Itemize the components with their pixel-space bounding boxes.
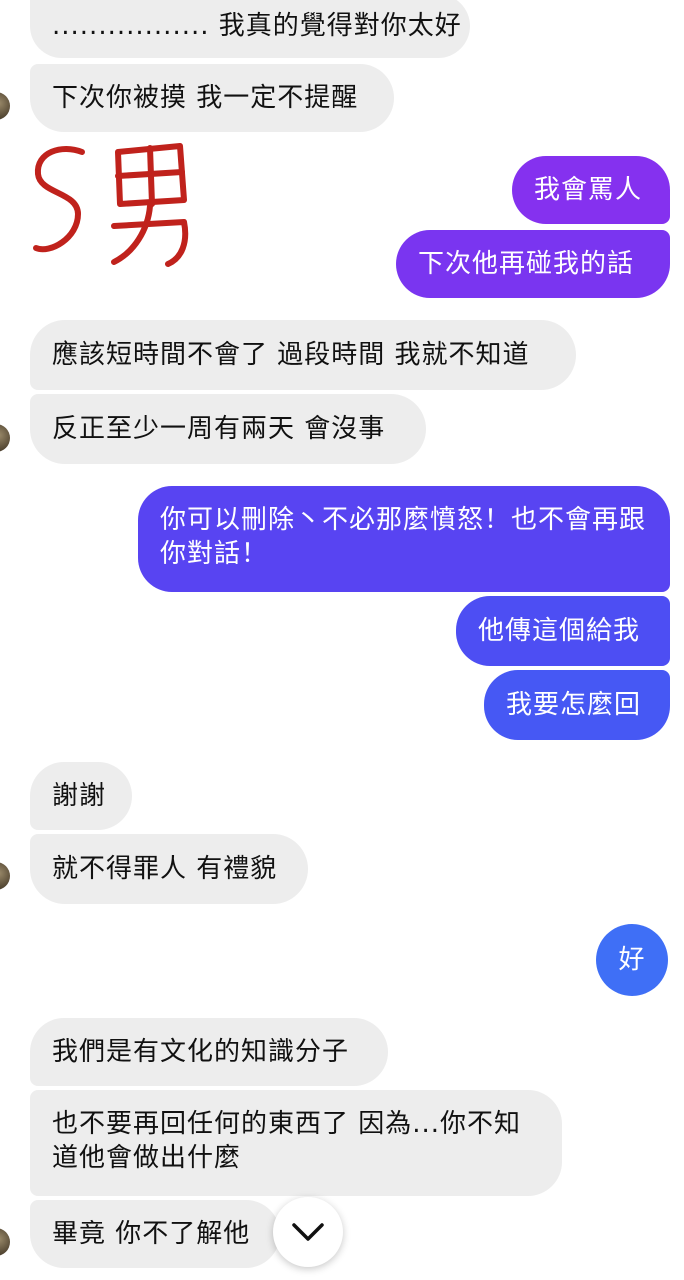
message-bubble-incoming[interactable]: 下次你被摸 我一定不提醒 bbox=[30, 64, 394, 132]
message-text: 謝謝 bbox=[52, 781, 107, 811]
message-bubble-incoming[interactable]: 反正至少一周有兩天 會沒事 bbox=[30, 394, 426, 464]
message-bubble-incoming[interactable]: 我們是有文化的知識分子 bbox=[30, 1018, 388, 1086]
message-text: 反正至少一周有兩天 會沒事 bbox=[52, 414, 386, 444]
message-text: 他傳這個給我 bbox=[478, 616, 641, 646]
message-text: 畢竟 你不了解他 bbox=[52, 1219, 251, 1249]
scroll-to-bottom-button[interactable] bbox=[273, 1197, 343, 1267]
message-bubble-outgoing[interactable]: 下次他再碰我的話 bbox=[396, 230, 670, 298]
contact-avatar[interactable] bbox=[0, 92, 10, 120]
contact-avatar[interactable] bbox=[0, 1228, 10, 1256]
message-bubble-outgoing[interactable]: 好 bbox=[596, 924, 668, 996]
message-bubble-incoming[interactable]: ................. 我真的覺得對你太好 bbox=[30, 0, 470, 58]
message-bubble-incoming[interactable]: 也不要再回任何的東西了 因為...你不知道他會做出什麼 bbox=[30, 1090, 562, 1196]
message-text: 我們是有文化的知識分子 bbox=[52, 1037, 350, 1067]
message-bubble-incoming[interactable]: 畢竟 你不了解他 bbox=[30, 1200, 280, 1268]
message-bubble-incoming[interactable]: 謝謝 bbox=[30, 762, 132, 830]
contact-avatar[interactable] bbox=[0, 424, 10, 452]
handwritten-annotation bbox=[33, 143, 189, 267]
message-text: 下次你被摸 我一定不提醒 bbox=[52, 83, 359, 113]
message-text: 我會罵人 bbox=[534, 175, 643, 205]
chevron-down-icon bbox=[292, 1223, 324, 1241]
message-bubble-incoming[interactable]: 應該短時間不會了 過段時間 我就不知道 bbox=[30, 320, 576, 390]
message-text: 好 bbox=[618, 945, 646, 975]
message-text: 我要怎麼回 bbox=[506, 690, 642, 720]
message-bubble-outgoing[interactable]: 我要怎麼回 bbox=[484, 670, 670, 740]
message-text: 應該短時間不會了 過段時間 我就不知道 bbox=[52, 340, 530, 370]
message-bubble-incoming[interactable]: 就不得罪人 有禮貌 bbox=[30, 834, 308, 904]
message-text: ................. 我真的覺得對你太好 bbox=[52, 11, 462, 41]
message-text: 下次他再碰我的話 bbox=[418, 249, 635, 279]
message-bubble-outgoing[interactable]: 我會罵人 bbox=[512, 156, 670, 224]
message-text: 你可以刪除丶不必那麼憤怒！也不會再跟你對話！ bbox=[160, 505, 647, 569]
contact-avatar[interactable] bbox=[0, 862, 10, 890]
message-bubble-outgoing[interactable]: 你可以刪除丶不必那麼憤怒！也不會再跟你對話！ bbox=[138, 486, 670, 592]
message-bubble-outgoing[interactable]: 他傳這個給我 bbox=[456, 596, 670, 666]
message-text: 就不得罪人 有禮貌 bbox=[52, 854, 278, 884]
message-text: 也不要再回任何的東西了 因為...你不知道他會做出什麼 bbox=[52, 1109, 522, 1173]
